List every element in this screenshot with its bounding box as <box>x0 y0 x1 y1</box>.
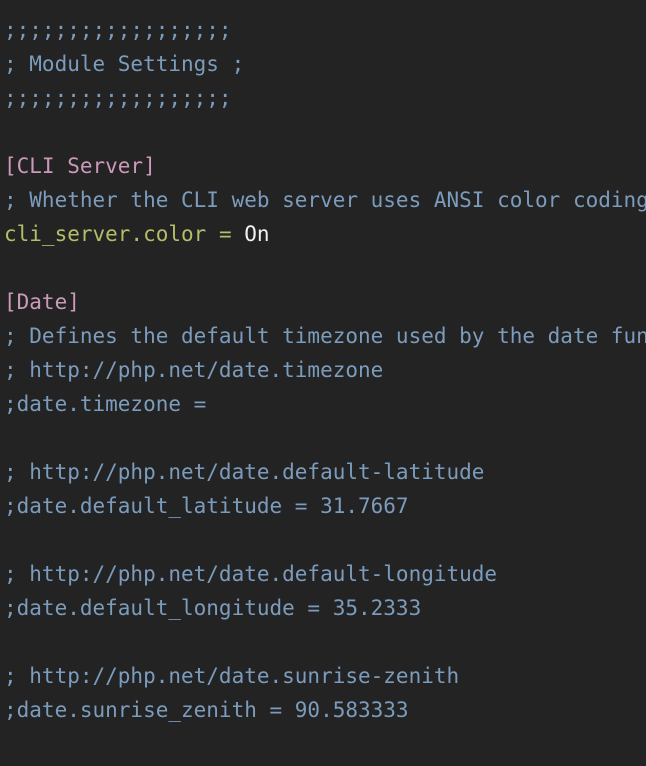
setting-default-latitude-text: ;date.default_latitude = 31.7667 <box>4 494 409 518</box>
comment-latitude-url-text: ; http://php.net/date.default-latitude <box>4 460 485 484</box>
banner-bottom[interactable]: ;;;;;;;;;;;;;;;;;; <box>4 81 646 115</box>
blank-6[interactable] <box>4 727 646 761</box>
comment-sunrise-zenith-url-text: ; http://php.net/date.sunrise-zenith <box>4 664 460 688</box>
code-editor-viewport[interactable]: ;;;;;;;;;;;;;;;;;; ; Module Settings ;;;;… <box>0 0 646 766</box>
blank-1[interactable] <box>4 115 646 149</box>
banner-title-text: ; Module Settings ; <box>4 52 245 76</box>
section-date-text: [Date] <box>4 290 80 314</box>
blank-5[interactable] <box>4 625 646 659</box>
setting-cli-server-color[interactable]: cli_server.color = On <box>4 217 646 251</box>
comment-latitude-url[interactable]: ; http://php.net/date.default-latitude <box>4 455 646 489</box>
comment-date-timezone-url-text: ; http://php.net/date.timezone <box>4 358 384 382</box>
setting-sunrise-zenith-text: ;date.sunrise_zenith = 90.583333 <box>4 698 409 722</box>
comment-longitude-url[interactable]: ; http://php.net/date.default-longitude <box>4 557 646 591</box>
section-cli-server[interactable]: [CLI Server] <box>4 149 646 183</box>
setting-default-latitude[interactable]: ;date.default_latitude = 31.7667 <box>4 489 646 523</box>
code-content[interactable]: ;;;;;;;;;;;;;;;;;; ; Module Settings ;;;;… <box>4 13 646 766</box>
setting-cli-server-color-operator: = <box>206 222 245 246</box>
banner-bottom-text: ;;;;;;;;;;;;;;;;;; <box>4 86 232 110</box>
setting-sunrise-zenith[interactable]: ;date.sunrise_zenith = 90.583333 <box>4 693 646 727</box>
comment-date-timezone-url[interactable]: ; http://php.net/date.timezone <box>4 353 646 387</box>
section-cli-server-text: [CLI Server] <box>4 154 156 178</box>
blank-3[interactable] <box>4 421 646 455</box>
setting-date-timezone-text: ;date.timezone = <box>4 392 207 416</box>
setting-cli-server-color-value: On <box>244 222 270 246</box>
banner-title[interactable]: ; Module Settings ; <box>4 47 646 81</box>
section-date[interactable]: [Date] <box>4 285 646 319</box>
banner-top[interactable]: ;;;;;;;;;;;;;;;;;; <box>4 13 646 47</box>
comment-cli-color-text: ; Whether the CLI web server uses ANSI c… <box>4 188 646 212</box>
setting-default-longitude[interactable]: ;date.default_longitude = 35.2333 <box>4 591 646 625</box>
setting-cli-server-color-key: cli_server.color <box>4 222 207 246</box>
comment-longitude-url-text: ; http://php.net/date.default-longitude <box>4 562 498 586</box>
blank-2[interactable] <box>4 251 646 285</box>
comment-cli-color[interactable]: ; Whether the CLI web server uses ANSI c… <box>4 183 646 217</box>
comment-date-timezone-desc-text: ; Defines the default timezone used by t… <box>4 324 646 348</box>
banner-top-text: ;;;;;;;;;;;;;;;;;; <box>4 18 232 42</box>
blank-4[interactable] <box>4 523 646 557</box>
comment-sunset-zenith-url[interactable]: ; http://php.net/date.sunset-zenith <box>4 761 646 766</box>
comment-sunrise-zenith-url[interactable]: ; http://php.net/date.sunrise-zenith <box>4 659 646 693</box>
setting-date-timezone[interactable]: ;date.timezone = <box>4 387 646 421</box>
setting-default-longitude-text: ;date.default_longitude = 35.2333 <box>4 596 422 620</box>
comment-date-timezone-desc[interactable]: ; Defines the default timezone used by t… <box>4 319 646 353</box>
